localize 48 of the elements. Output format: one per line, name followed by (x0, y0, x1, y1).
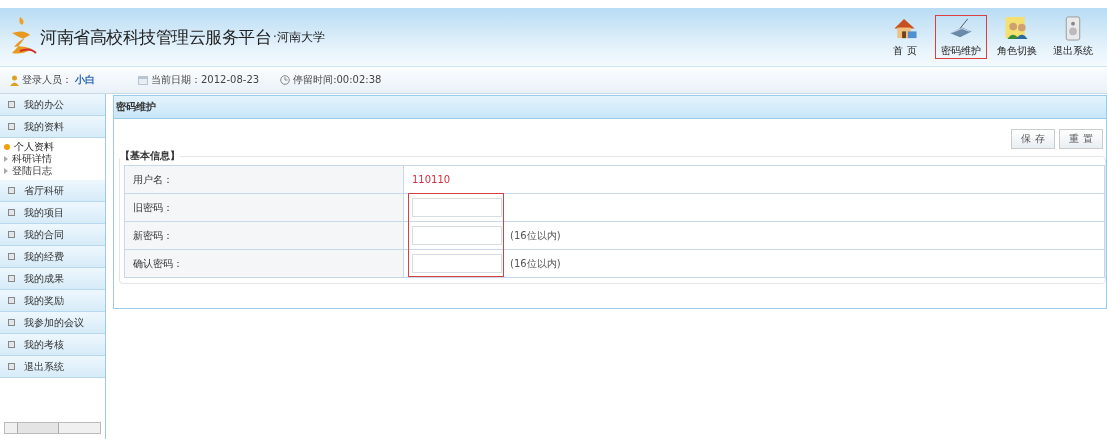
sidebar-item[interactable]: 我的办公 (0, 94, 105, 116)
submenu-item[interactable]: 登陆日志 (4, 165, 105, 177)
sidebar-item[interactable]: 省厅科研 (0, 180, 105, 202)
sidebar-item[interactable]: 我的成果 (0, 268, 105, 290)
user-name: 小白 (75, 73, 95, 87)
submenu-label: 科研详情 (12, 152, 52, 165)
platform-title: 河南省高校科技管理云服务平台 (40, 25, 271, 49)
submenu-item[interactable]: 科研详情 (4, 153, 105, 165)
stay-time: 停留时间:00:02:38 (293, 73, 382, 87)
sidebar-item[interactable]: 我的经费 (0, 246, 105, 268)
password-field[interactable] (412, 226, 502, 245)
field-label: 用户名： (124, 165, 404, 194)
user-label: 登录人员： (22, 73, 72, 87)
length-hint: (16位以内) (510, 256, 561, 271)
sidebar-item[interactable]: 退出系统 (0, 356, 105, 378)
password-field[interactable] (412, 254, 502, 273)
field-label: 新密码： (124, 221, 404, 250)
submenu-label: 登陆日志 (12, 164, 52, 178)
password-field[interactable] (412, 198, 502, 217)
nav-button[interactable]: 首 页 (879, 15, 931, 59)
clock-icon (280, 75, 291, 85)
nav-button[interactable]: 退出系统 (1047, 15, 1099, 59)
action-button[interactable]: 保 存 (1011, 129, 1055, 149)
username-value: 110110 (412, 174, 451, 185)
sidebar-item[interactable]: 我的项目 (0, 202, 105, 224)
field-label: 旧密码： (124, 193, 404, 222)
scrollbar[interactable] (4, 422, 101, 434)
nav-button[interactable]: 密码维护 (935, 15, 987, 59)
people-icon (1004, 16, 1030, 41)
section-legend: 【基本信息】 (120, 149, 180, 163)
user-icon (10, 74, 19, 86)
length-hint: (16位以内) (510, 228, 561, 243)
sidebar-item[interactable]: 我的奖励 (0, 290, 105, 312)
action-button[interactable]: 重 置 (1059, 129, 1103, 149)
sidebar-item[interactable]: 我的考核 (0, 334, 105, 356)
sidebar-item[interactable]: 我的资料 (0, 116, 105, 138)
sidebar-item[interactable]: 我参加的会议 (0, 312, 105, 334)
nav-button[interactable]: 角色切换 (991, 15, 1043, 59)
university-name: ·河南大学 (273, 28, 325, 46)
submenu-item[interactable]: 个人资料 (4, 141, 105, 153)
panel-title: 密码维护 (114, 96, 1106, 119)
sidebar-item[interactable]: 我的合同 (0, 224, 105, 246)
field-label: 确认密码： (124, 249, 404, 278)
calendar-icon (138, 75, 148, 85)
current-date: 当前日期：2012-08-23 (151, 73, 260, 87)
house-icon (892, 16, 918, 41)
speaker-icon (1063, 16, 1083, 41)
submenu-label: 个人资料 (14, 140, 54, 153)
